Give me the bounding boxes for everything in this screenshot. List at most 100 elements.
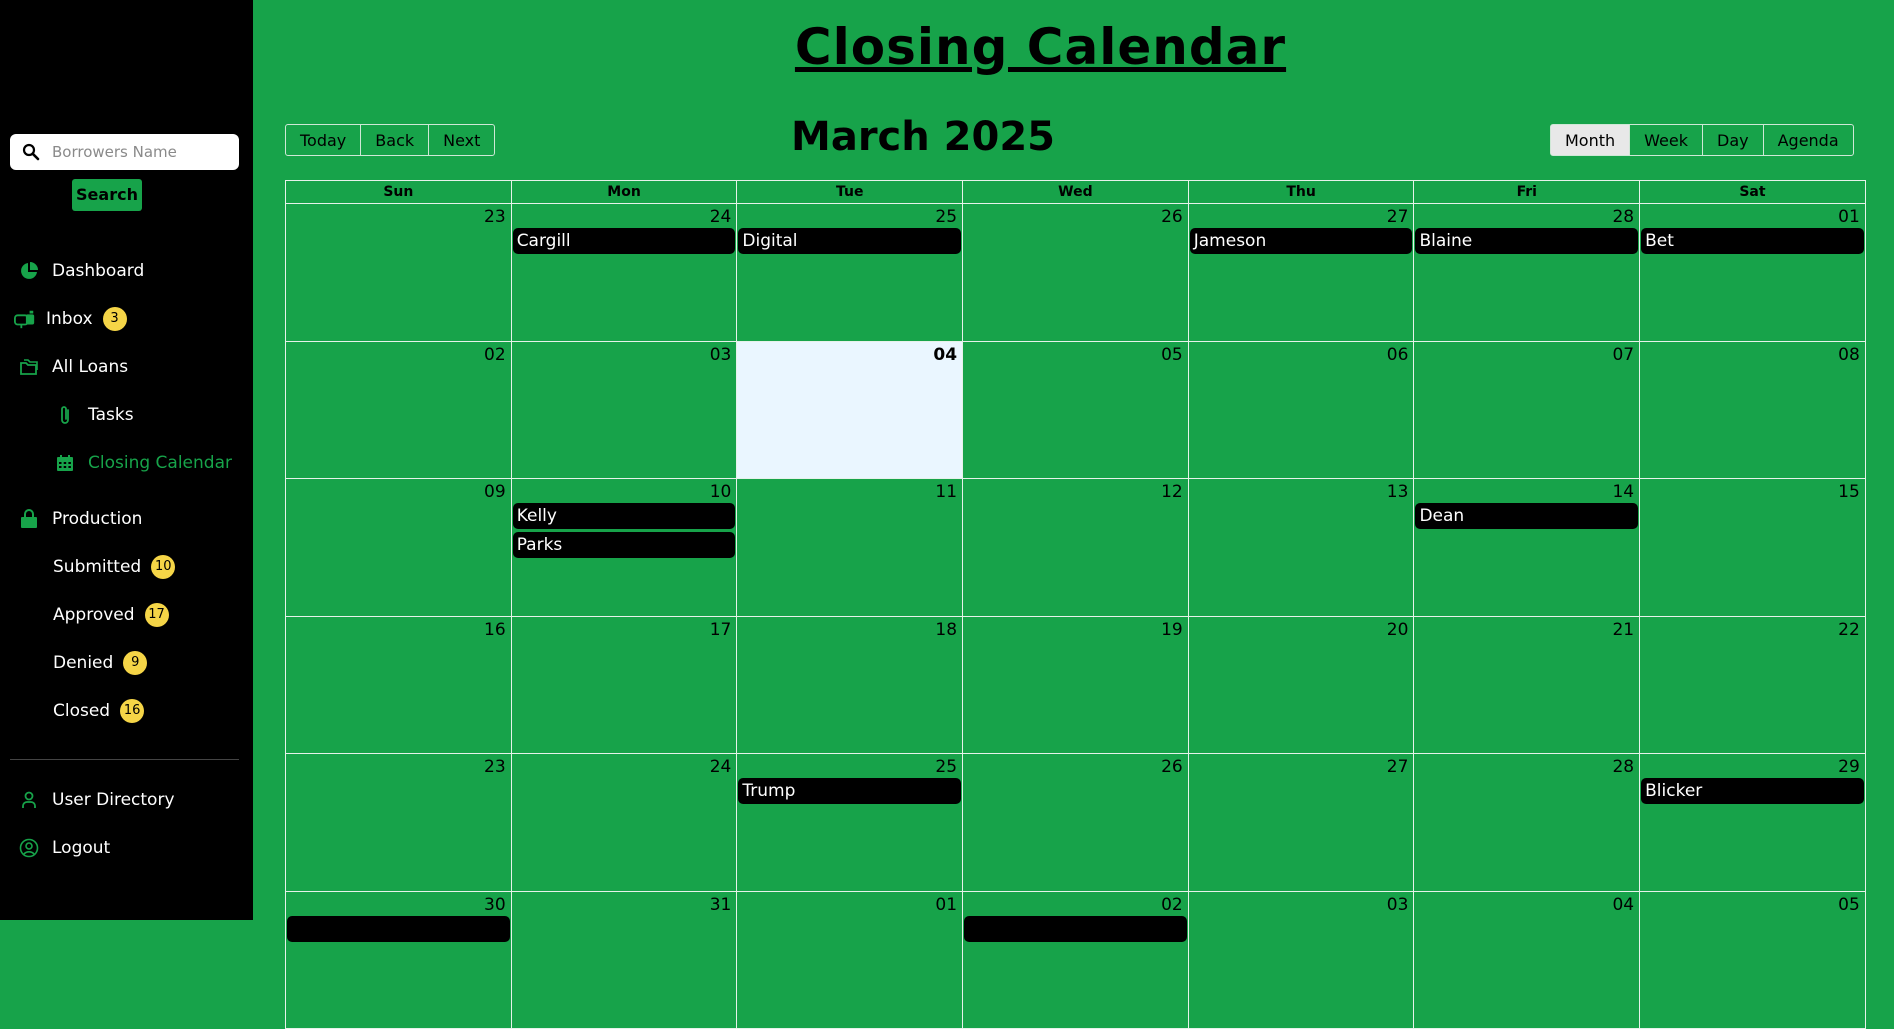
- day-cell[interactable]: 20: [1189, 617, 1415, 755]
- day-cell[interactable]: 13: [1189, 479, 1415, 617]
- day-cell[interactable]: 03: [1189, 892, 1415, 1029]
- nav-tasks[interactable]: Tasks: [54, 399, 134, 431]
- day-number[interactable]: 02: [1161, 895, 1183, 915]
- day-cell[interactable]: 02: [286, 342, 512, 480]
- calendar-event[interactable]: Dean: [1415, 503, 1638, 529]
- day-number[interactable]: 03: [1387, 895, 1409, 915]
- day-cell[interactable]: 15: [1640, 479, 1866, 617]
- nav-closing-calendar[interactable]: Closing Calendar: [54, 447, 232, 479]
- day-number[interactable]: 02: [484, 345, 506, 365]
- day-number[interactable]: 28: [1612, 757, 1634, 777]
- day-cell[interactable]: 07: [1414, 342, 1640, 480]
- day-cell[interactable]: 27: [1189, 754, 1415, 892]
- nav-all-loans[interactable]: All Loans: [18, 351, 128, 383]
- day-number[interactable]: 25: [935, 757, 957, 777]
- day-cell[interactable]: 25Trump: [737, 754, 963, 892]
- day-cell[interactable]: 22: [1640, 617, 1866, 755]
- calendar-event[interactable]: Cargill: [513, 228, 736, 254]
- day-number[interactable]: 12: [1161, 482, 1183, 502]
- nav-production[interactable]: Production: [18, 503, 142, 535]
- day-cell[interactable]: 31: [512, 892, 738, 1029]
- search-button[interactable]: Search: [72, 179, 142, 211]
- day-cell[interactable]: 02: [963, 892, 1189, 1029]
- day-cell[interactable]: 09: [286, 479, 512, 617]
- day-number[interactable]: 26: [1161, 207, 1183, 227]
- day-cell[interactable]: 01Bet: [1640, 204, 1866, 342]
- day-cell[interactable]: 21: [1414, 617, 1640, 755]
- day-number[interactable]: 21: [1612, 620, 1634, 640]
- day-number[interactable]: 03: [710, 345, 732, 365]
- day-number[interactable]: 23: [484, 207, 506, 227]
- day-cell[interactable]: 19: [963, 617, 1189, 755]
- day-number[interactable]: 25: [935, 207, 957, 227]
- day-cell[interactable]: 18: [737, 617, 963, 755]
- day-cell[interactable]: 14Dean: [1414, 479, 1640, 617]
- day-number[interactable]: 27: [1387, 207, 1409, 227]
- nav-inbox[interactable]: Inbox 3: [14, 303, 127, 335]
- today-button[interactable]: Today: [285, 124, 361, 156]
- day-cell[interactable]: 26: [963, 754, 1189, 892]
- day-cell[interactable]: 29Blicker: [1640, 754, 1866, 892]
- view-agenda-button[interactable]: Agenda: [1763, 124, 1854, 156]
- day-number[interactable]: 08: [1838, 345, 1860, 365]
- day-cell[interactable]: 25Digital: [737, 204, 963, 342]
- day-number[interactable]: 20: [1387, 620, 1409, 640]
- day-number[interactable]: 17: [710, 620, 732, 640]
- day-number[interactable]: 19: [1161, 620, 1183, 640]
- day-number[interactable]: 13: [1387, 482, 1409, 502]
- day-cell[interactable]: 11: [737, 479, 963, 617]
- nav-user-directory[interactable]: User Directory: [18, 784, 175, 816]
- day-cell[interactable]: 06: [1189, 342, 1415, 480]
- search-input[interactable]: [50, 142, 224, 162]
- day-number[interactable]: 24: [710, 757, 732, 777]
- back-button[interactable]: Back: [360, 124, 429, 156]
- nav-dashboard[interactable]: Dashboard: [18, 255, 144, 287]
- view-day-button[interactable]: Day: [1702, 124, 1764, 156]
- day-cell[interactable]: 28: [1414, 754, 1640, 892]
- day-number[interactable]: 07: [1612, 345, 1634, 365]
- calendar-event[interactable]: Digital: [738, 228, 961, 254]
- day-number[interactable]: 15: [1838, 482, 1860, 502]
- day-cell[interactable]: 28Blaine: [1414, 204, 1640, 342]
- day-cell-today[interactable]: 04: [737, 342, 963, 480]
- calendar-event[interactable]: Jameson: [1190, 228, 1413, 254]
- day-cell[interactable]: 26: [963, 204, 1189, 342]
- day-number[interactable]: 01: [1838, 207, 1860, 227]
- day-cell[interactable]: 08: [1640, 342, 1866, 480]
- day-number[interactable]: 26: [1161, 757, 1183, 777]
- day-number[interactable]: 10: [710, 482, 732, 502]
- day-number[interactable]: 16: [484, 620, 506, 640]
- view-month-button[interactable]: Month: [1550, 124, 1630, 156]
- view-week-button[interactable]: Week: [1629, 124, 1703, 156]
- calendar-event[interactable]: Kelly: [513, 503, 736, 529]
- day-number[interactable]: 29: [1838, 757, 1860, 777]
- next-button[interactable]: Next: [428, 124, 495, 156]
- day-number[interactable]: 23: [484, 757, 506, 777]
- day-number[interactable]: 09: [484, 482, 506, 502]
- day-number[interactable]: 24: [710, 207, 732, 227]
- day-number[interactable]: 11: [935, 482, 957, 502]
- calendar-event[interactable]: Blicker: [1641, 778, 1864, 804]
- day-number[interactable]: 22: [1838, 620, 1860, 640]
- day-cell[interactable]: 17: [512, 617, 738, 755]
- calendar-event[interactable]: Bet: [1641, 228, 1864, 254]
- day-cell[interactable]: 10Kelly Parks: [512, 479, 738, 617]
- calendar-event[interactable]: [287, 916, 510, 942]
- day-cell[interactable]: 05: [963, 342, 1189, 480]
- day-cell[interactable]: 05: [1640, 892, 1866, 1029]
- nav-approved[interactable]: Approved 17: [53, 599, 169, 631]
- day-number[interactable]: 05: [1838, 895, 1860, 915]
- day-number[interactable]: 14: [1612, 482, 1634, 502]
- day-number[interactable]: 31: [710, 895, 732, 915]
- calendar-event[interactable]: Parks: [513, 532, 736, 558]
- calendar-event[interactable]: Blaine: [1415, 228, 1638, 254]
- calendar-event[interactable]: Trump: [738, 778, 961, 804]
- day-cell[interactable]: 12: [963, 479, 1189, 617]
- day-cell[interactable]: 23: [286, 754, 512, 892]
- day-number[interactable]: 04: [1612, 895, 1634, 915]
- day-number[interactable]: 30: [484, 895, 506, 915]
- day-cell[interactable]: 03: [512, 342, 738, 480]
- day-cell[interactable]: 27Jameson: [1189, 204, 1415, 342]
- day-cell[interactable]: 01: [737, 892, 963, 1029]
- day-number[interactable]: 27: [1387, 757, 1409, 777]
